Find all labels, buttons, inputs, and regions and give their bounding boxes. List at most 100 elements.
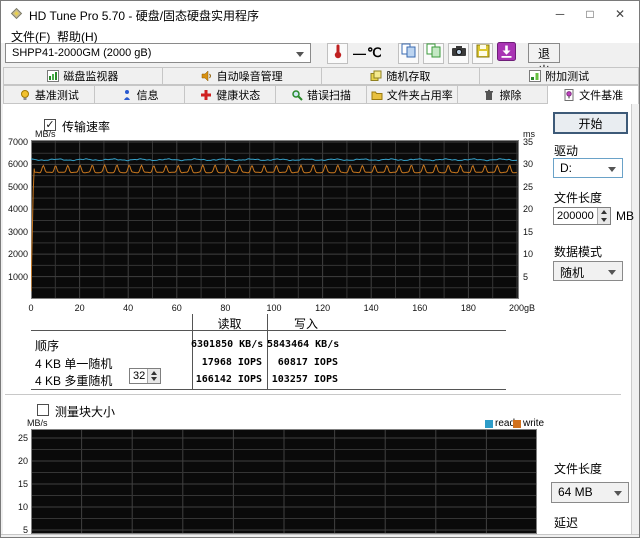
drive-select-value: D: — [560, 161, 572, 175]
axis-tick: 20 — [74, 303, 85, 313]
aam-icon — [201, 70, 213, 82]
axis-tick: 20 — [17, 456, 28, 466]
spinner-up-icon[interactable] — [598, 208, 610, 216]
axis-tick: 140 — [363, 303, 379, 313]
camera-icon — [451, 43, 467, 64]
tab-disk-monitor[interactable]: 磁盘监视器 — [3, 67, 163, 85]
copy-image-button[interactable] — [423, 43, 444, 64]
table-bottom-rule — [31, 389, 506, 390]
tab-erase[interactable]: 擦除 — [457, 85, 549, 104]
axis-tick: 15 — [17, 479, 28, 489]
random-access-icon — [370, 70, 382, 82]
minimize-button[interactable]: ─ — [545, 1, 575, 27]
legend-write-swatch — [513, 420, 521, 428]
tab-row-2: 基准测试 信息 健康状态 错误扫描 文件夹占用率 擦除 文件基准 — [3, 85, 639, 104]
axis-tick: 25 — [17, 433, 28, 443]
tab-label: 附加测试 — [545, 71, 590, 83]
erase-icon — [483, 89, 495, 101]
tab-error-scan[interactable]: 错误扫描 — [276, 85, 367, 104]
spinner-down-icon[interactable] — [148, 376, 160, 383]
save-button[interactable] — [472, 43, 493, 64]
drive-combobox-value: SHPP41-2000GM (2000 gB) — [12, 47, 152, 59]
disk-monitor-icon — [47, 70, 60, 82]
chevron-down-icon — [296, 52, 304, 57]
row-4k-multi-label: 4 KB 多重随机 — [35, 374, 113, 388]
tab-file-benchmark[interactable]: 文件基准 — [548, 85, 639, 104]
transfer-rate-label: 传输速率 — [62, 120, 111, 134]
queue-depth-spinner[interactable]: 32 — [129, 368, 161, 384]
axis-tick: 6000 — [7, 159, 28, 170]
tab-random-access[interactable]: 随机存取 — [321, 67, 481, 85]
axis-tick: 180 — [460, 303, 476, 313]
file-length-value: 200000 — [557, 210, 594, 222]
tab-aam[interactable]: 自动噪音管理 — [162, 67, 322, 85]
close-button[interactable]: ✕ — [605, 1, 635, 27]
spinner-down-icon[interactable] — [598, 216, 610, 224]
exit-button[interactable]: 退出 — [528, 43, 560, 78]
file-benchmark-icon — [563, 89, 575, 101]
row-sequential-read: 6301850 KB/s — [191, 339, 264, 350]
axis-tick: 40 — [123, 303, 134, 313]
tab-label: 文件夹占用率 — [386, 89, 453, 102]
toolbar: SHPP41-2000GM (2000 gB) — ℃ 退出 — [1, 41, 639, 78]
start-button[interactable]: 开始 — [553, 112, 628, 134]
temperature-button[interactable] — [327, 43, 348, 64]
axis-tick: 5000 — [7, 181, 28, 192]
tab-extra-tests[interactable]: 附加测试 — [480, 67, 639, 85]
axis-tick: 160 — [412, 303, 428, 313]
extra-tests-icon — [529, 70, 542, 82]
row-sequential-write: 5843464 KB/s — [267, 339, 340, 350]
tab-health[interactable]: 健康状态 — [185, 85, 277, 104]
axis-tick: 2000 — [7, 249, 28, 260]
row-4k-multi-write: 103257 IOPS — [271, 374, 338, 385]
spinner-up-icon[interactable] — [148, 369, 160, 376]
copy-text-button[interactable] — [398, 43, 419, 64]
data-mode-label: 数据模式 — [554, 245, 603, 259]
axis-tick: 20 — [523, 204, 534, 215]
block-file-length-select[interactable]: 64 MB — [551, 482, 629, 503]
file-length-spinner[interactable]: 200000 — [553, 207, 611, 225]
tab-label: 信息 — [136, 89, 159, 102]
block-size-checkbox[interactable] — [37, 404, 49, 416]
screenshot-button[interactable] — [448, 43, 469, 64]
chart2-yleft-caption: MB/s — [27, 418, 48, 428]
axis-tick: 200gB — [508, 303, 535, 313]
axis-tick: 25 — [523, 181, 534, 192]
axis-tick: 10 — [523, 249, 534, 260]
tab-info[interactable]: 信息 — [94, 85, 186, 104]
tab-benchmark[interactable]: 基准测试 — [3, 85, 95, 104]
status-bar — [1, 534, 639, 537]
tab-label: 文件基准 — [579, 90, 624, 102]
tab-label: 磁盘监视器 — [63, 71, 119, 83]
axis-tick: 30 — [523, 159, 534, 170]
axis-tick: 60 — [171, 303, 182, 313]
copy-pages-blue-icon — [401, 43, 417, 64]
tab-folder-usage[interactable]: 文件夹占用率 — [366, 85, 458, 104]
axis-tick: 15 — [523, 226, 534, 237]
temperature-separator: — — [353, 46, 366, 61]
data-mode-select[interactable]: 随机 — [553, 261, 623, 281]
drive-label: 驱动 — [554, 144, 579, 158]
chevron-down-icon — [614, 491, 622, 496]
tab-label: 随机存取 — [386, 71, 431, 83]
tab-label: 健康状态 — [216, 89, 261, 102]
benchmark-icon — [19, 89, 31, 101]
drive-combobox[interactable]: SHPP41-2000GM (2000 gB) — [5, 43, 311, 63]
export-button[interactable] — [496, 41, 517, 66]
tab-label: 错误扫描 — [307, 89, 352, 102]
drive-select[interactable]: D: — [553, 158, 623, 178]
file-length-unit: MB — [616, 209, 634, 223]
thermometer-icon — [331, 43, 345, 64]
row-sequential-label: 顺序 — [35, 339, 60, 353]
titlebar: HD Tune Pro 5.70 - 硬盘/固态硬盘实用程序 ─ □ ✕ — [1, 1, 639, 27]
maximize-button[interactable]: □ — [575, 1, 605, 27]
download-purple-icon — [497, 41, 516, 66]
section-separator — [5, 394, 621, 396]
col-header-write: 写入 — [293, 317, 318, 331]
tab-label: 自动噪音管理 — [216, 71, 283, 83]
axis-tick: 0 — [28, 303, 34, 313]
axis-tick: 35 — [523, 137, 534, 147]
axis-tick: 4000 — [7, 204, 28, 215]
app-icon — [10, 7, 23, 25]
menu-bar: 文件(F) 帮助(H) — [1, 27, 639, 44]
